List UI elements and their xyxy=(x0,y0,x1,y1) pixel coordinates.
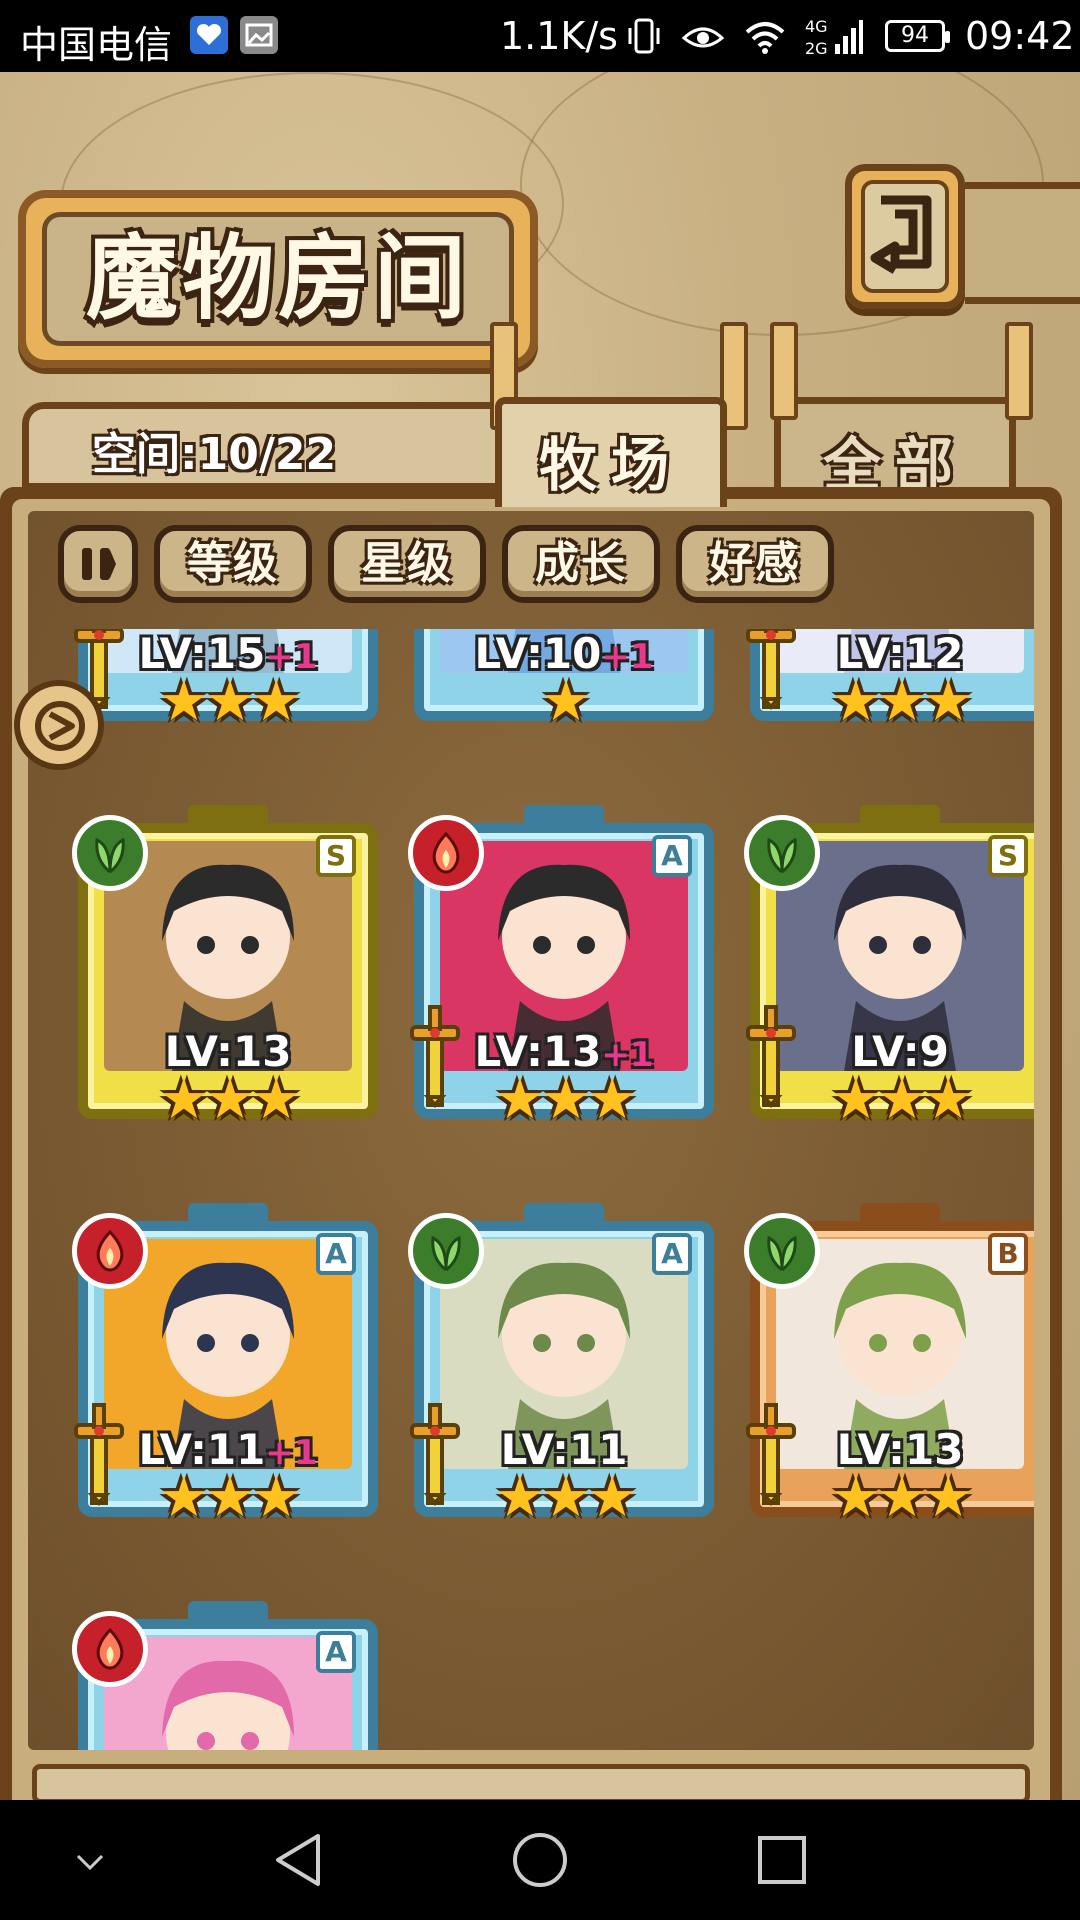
tab-all[interactable]: 全部 xyxy=(774,397,1016,499)
filter-row: 等级 星级 成长 好感 xyxy=(58,525,834,609)
grass-element-icon xyxy=(72,815,148,891)
side-float-button[interactable] xyxy=(14,680,104,770)
hide-nav-icon[interactable] xyxy=(70,1850,110,1874)
star-rating: ★★★ xyxy=(158,669,302,734)
monster-card[interactable]: LV:12 ★★★ xyxy=(746,629,1034,747)
grass-element-icon xyxy=(744,815,820,891)
vibrate-icon xyxy=(628,18,660,54)
star-rating: ★★★ xyxy=(830,1067,974,1132)
cellular-signal-icon: 4G2G xyxy=(805,17,863,58)
sort-toggle-button[interactable] xyxy=(58,525,138,603)
float-arrow-icon xyxy=(35,701,85,751)
monster-card[interactable]: LV:15+1 ★★★ xyxy=(74,629,378,747)
title-plate: 魔物房间 xyxy=(18,190,538,368)
grass-element-icon xyxy=(408,1213,484,1289)
pause-icon xyxy=(82,548,116,580)
rank-badge: S xyxy=(316,835,356,877)
home-nav-icon[interactable] xyxy=(510,1830,570,1890)
star-rating: ★★★ xyxy=(830,1465,974,1530)
svg-text:2G: 2G xyxy=(805,39,828,58)
rank-badge: A xyxy=(316,1233,356,1275)
page-title: 魔物房间 xyxy=(85,224,470,332)
capacity-bar: 空间:10/22 xyxy=(22,402,502,490)
filter-star-label: 星级 xyxy=(361,538,453,589)
monster-card[interactable]: LV:10+1 ★ xyxy=(414,629,714,747)
back-button-rail xyxy=(965,182,1080,304)
star-rating: ★★★ xyxy=(158,1465,302,1530)
rank-badge: A xyxy=(316,1631,356,1673)
recents-nav-icon[interactable] xyxy=(752,1830,812,1890)
health-app-icon xyxy=(190,16,228,54)
filter-affection-label: 好感 xyxy=(709,538,801,589)
monster-list-area: 等级 星级 成长 好感 LV:15+1 ★★★ LV:10+1 ★ LV:12 ★★★ S L… xyxy=(28,511,1034,1750)
status-bar: 中国电信 1.1K/s 4G 2G 94 09:42 xyxy=(0,0,1080,72)
filter-growth-button[interactable]: 成长 xyxy=(502,525,660,603)
system-nav-bar xyxy=(0,1800,1080,1920)
fire-element-icon xyxy=(408,815,484,891)
monster-card[interactable]: A LV:11 ★★★ xyxy=(408,1203,714,1543)
eye-icon xyxy=(681,27,725,48)
svg-text:4G: 4G xyxy=(805,17,828,36)
fire-element-icon xyxy=(72,1611,148,1687)
back-button[interactable] xyxy=(845,164,965,309)
monster-card[interactable]: S LV:13 ★★★ xyxy=(72,805,378,1145)
star-rating: ★ xyxy=(540,669,591,734)
rank-badge: A xyxy=(652,1233,692,1275)
rank-badge: S xyxy=(988,835,1028,877)
filter-star-button[interactable]: 星级 xyxy=(328,525,486,603)
star-rating: ★★★ xyxy=(830,669,974,734)
fire-element-icon xyxy=(72,1213,148,1289)
filter-level-label: 等级 xyxy=(187,538,279,589)
carrier-label: 中国电信 xyxy=(20,23,173,67)
rank-badge: B xyxy=(988,1233,1028,1275)
star-rating: ★★★ xyxy=(494,1067,638,1132)
monster-card[interactable]: S LV:9 ★★★ xyxy=(744,805,1034,1145)
back-arrow-icon xyxy=(870,195,932,274)
star-rating: ★★★ xyxy=(494,1465,638,1530)
clock: 09:42 xyxy=(965,14,1075,58)
tab-ranch-label: 牧场 xyxy=(538,431,683,499)
game-screen: 魔物房间 空间:10/22 牧场 全部 等级 星级 成长 好感 LV:15+1 … xyxy=(0,72,1080,1800)
monster-card[interactable]: B LV:13 ★★★ xyxy=(744,1203,1034,1543)
tab-post xyxy=(770,322,798,420)
rank-badge: A xyxy=(652,835,692,877)
network-speed: 1.1K/s xyxy=(500,14,618,58)
tab-post xyxy=(1005,322,1033,420)
wifi-icon xyxy=(745,22,785,54)
back-nav-icon[interactable] xyxy=(270,1830,330,1890)
monster-card[interactable]: A xyxy=(72,1601,378,1750)
monster-panel: 等级 星级 成长 好感 LV:15+1 ★★★ LV:10+1 ★ LV:12 ★★★ S L… xyxy=(0,487,1062,1800)
gallery-app-icon xyxy=(240,16,278,54)
filter-growth-label: 成长 xyxy=(535,538,627,589)
filter-affection-button[interactable]: 好感 xyxy=(676,525,834,603)
capacity-label: 空间:10/22 xyxy=(92,429,337,480)
tab-ranch[interactable]: 牧场 xyxy=(495,397,727,507)
panel-bottom-rail xyxy=(32,1764,1030,1800)
monster-grid[interactable]: LV:15+1 ★★★ LV:10+1 ★ LV:12 ★★★ S LV:13 ★★★ A LV:1… xyxy=(46,629,1034,1750)
grass-element-icon xyxy=(744,1213,820,1289)
battery-indicator: 94 xyxy=(885,20,950,52)
star-rating: ★★★ xyxy=(158,1067,302,1132)
monster-card[interactable]: A LV:13+1 ★★★ xyxy=(408,805,714,1145)
filter-level-button[interactable]: 等级 xyxy=(154,525,312,603)
monster-card[interactable]: A LV:11+1 ★★★ xyxy=(72,1203,378,1543)
